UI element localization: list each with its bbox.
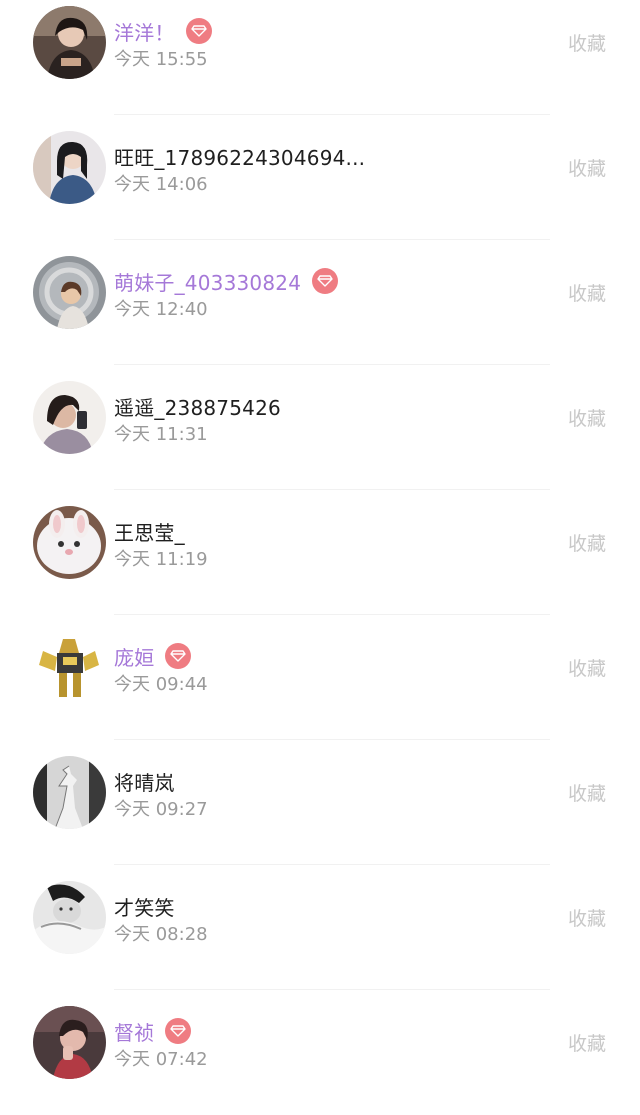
visit-time: 今天 12:40 bbox=[114, 299, 208, 320]
vip-diamond-icon bbox=[185, 18, 212, 44]
list-item[interactable]: 王思莹_ 今天 11:19 收藏 bbox=[0, 490, 640, 615]
list-item[interactable]: 洋洋！ 今天 15:55 收藏 bbox=[0, 0, 640, 115]
user-name[interactable]: 庞姮 bbox=[114, 642, 154, 671]
visit-time: 今天 09:44 bbox=[114, 674, 208, 695]
avatar[interactable] bbox=[33, 631, 106, 704]
user-name[interactable]: 旺旺_17896224304694... bbox=[114, 142, 365, 171]
user-name[interactable]: 遥遥_238875426 bbox=[114, 392, 281, 421]
user-name[interactable]: 洋洋！ bbox=[114, 17, 175, 46]
visit-time: 今天 15:55 bbox=[114, 49, 208, 70]
favorite-button[interactable]: 收藏 bbox=[568, 779, 606, 806]
favorite-button[interactable]: 收藏 bbox=[568, 904, 606, 931]
user-name[interactable]: 督祯 bbox=[114, 1017, 154, 1046]
visit-time: 今天 08:28 bbox=[114, 924, 208, 945]
favorite-button[interactable]: 收藏 bbox=[568, 279, 606, 306]
visit-time: 今天 11:31 bbox=[114, 424, 208, 445]
avatar[interactable] bbox=[33, 506, 106, 579]
avatar[interactable] bbox=[33, 881, 106, 954]
avatar[interactable] bbox=[33, 131, 106, 204]
user-name[interactable]: 将晴岚 bbox=[114, 767, 175, 796]
user-name[interactable]: 萌妹子_403330824 bbox=[114, 267, 301, 296]
avatar[interactable] bbox=[33, 6, 106, 79]
list-item[interactable]: 萌妹子_403330824 今天 12:40 收藏 bbox=[0, 240, 640, 365]
favorite-button[interactable]: 收藏 bbox=[568, 29, 606, 56]
visitor-list: 洋洋！ 今天 15:55 收藏 旺旺_17896224304694... 今天 … bbox=[0, 0, 640, 1115]
visit-time: 今天 07:42 bbox=[114, 1049, 208, 1070]
vip-diamond-icon bbox=[165, 643, 192, 669]
list-item[interactable]: 庞姮 今天 09:44 收藏 bbox=[0, 615, 640, 740]
favorite-button[interactable]: 收藏 bbox=[568, 529, 606, 556]
favorite-button[interactable]: 收藏 bbox=[568, 154, 606, 181]
user-name[interactable]: 才笑笑 bbox=[114, 892, 175, 921]
list-item[interactable]: 督祯 今天 07:42 收藏 bbox=[0, 990, 640, 1115]
vip-diamond-icon bbox=[165, 1018, 192, 1044]
visit-time: 今天 09:27 bbox=[114, 799, 208, 820]
visit-time: 今天 11:19 bbox=[114, 549, 208, 570]
avatar[interactable] bbox=[33, 256, 106, 329]
vip-diamond-icon bbox=[312, 268, 339, 294]
visit-time: 今天 14:06 bbox=[114, 174, 208, 195]
avatar[interactable] bbox=[33, 381, 106, 454]
list-item[interactable]: 将晴岚 今天 09:27 收藏 bbox=[0, 740, 640, 865]
favorite-button[interactable]: 收藏 bbox=[568, 654, 606, 681]
user-name[interactable]: 王思莹_ bbox=[114, 517, 185, 546]
favorite-button[interactable]: 收藏 bbox=[568, 404, 606, 431]
favorite-button[interactable]: 收藏 bbox=[568, 1029, 606, 1056]
avatar[interactable] bbox=[33, 1006, 106, 1079]
list-item[interactable]: 才笑笑 今天 08:28 收藏 bbox=[0, 865, 640, 990]
avatar[interactable] bbox=[33, 756, 106, 829]
list-item[interactable]: 遥遥_238875426 今天 11:31 收藏 bbox=[0, 365, 640, 490]
list-item[interactable]: 旺旺_17896224304694... 今天 14:06 收藏 bbox=[0, 115, 640, 240]
